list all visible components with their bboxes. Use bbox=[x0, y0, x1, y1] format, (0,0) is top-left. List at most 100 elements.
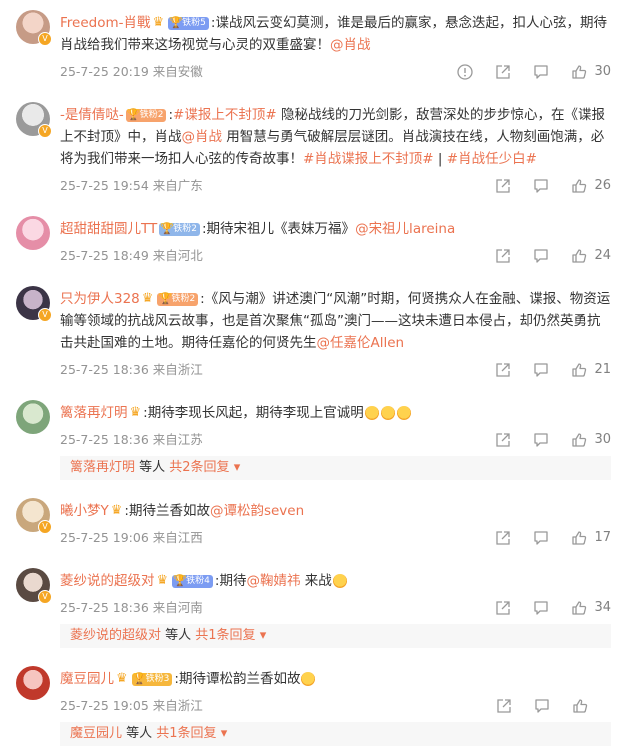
share-icon[interactable] bbox=[494, 177, 512, 195]
action-bar: 24 bbox=[474, 244, 611, 268]
comment-icon[interactable] bbox=[532, 177, 550, 195]
avatar[interactable] bbox=[16, 400, 50, 434]
reply-summary[interactable]: 魔豆园儿 等人 共1条回复 ▾ bbox=[60, 722, 611, 746]
reply-count-link[interactable]: 共2条回复 bbox=[169, 460, 229, 475]
avatar[interactable]: V bbox=[16, 286, 52, 322]
emoji-icon bbox=[364, 406, 379, 420]
comment-meta: 25-7-25 19:06 来自江西 17 bbox=[60, 526, 611, 550]
topic-link[interactable]: #肖战任少白# bbox=[447, 151, 537, 167]
share-icon[interactable] bbox=[495, 697, 513, 715]
reply-user[interactable]: 魔豆园儿 bbox=[70, 726, 122, 741]
fan-badge-icon: 🏆 铁粉2 bbox=[125, 108, 167, 122]
comment-item: 篱落再灯明 ♛:期待李现长风起，期待李现上官诚明 25-7-25 18:36 来自… bbox=[0, 390, 625, 480]
mention-link[interactable]: @鞠婧祎 bbox=[246, 573, 300, 589]
avatar[interactable] bbox=[16, 666, 50, 700]
commenter-name[interactable]: 曦小梦Y bbox=[60, 503, 109, 519]
share-icon[interactable] bbox=[494, 247, 512, 265]
mention-link[interactable]: @肖战 bbox=[182, 129, 223, 145]
comment-icon[interactable] bbox=[532, 247, 550, 265]
chevron-down-icon[interactable]: ▾ bbox=[217, 726, 228, 741]
avatar[interactable] bbox=[16, 216, 50, 250]
avatar[interactable]: V bbox=[16, 10, 52, 46]
crown-icon: ♛ bbox=[152, 15, 165, 30]
topic-link[interactable]: #肖战谍报上不封顶# bbox=[303, 151, 434, 167]
comment-item: V Freedom-肖戰 ♛ 🏆 铁粉5:谍战风云变幻莫测，谁是最后的赢家，悬念迭起，… bbox=[0, 0, 625, 84]
comment-text: 篱落再灯明 ♛:期待李现长风起，期待李现上官诚明 bbox=[60, 402, 611, 424]
crown-icon: ♛ bbox=[110, 503, 123, 518]
fan-badge-icon: 🏆 铁粉2 bbox=[157, 292, 199, 306]
comment-text: Freedom-肖戰 ♛ 🏆 铁粉5:谍战风云变幻莫测，谁是最后的赢家，悬念迭起，扣人… bbox=[60, 12, 611, 56]
share-icon[interactable] bbox=[494, 529, 512, 547]
comment-item: 超甜甜甜圆儿TT 🏆 铁粉2:期待宋祖儿《表妹万福》@宋祖儿lareina 25-7… bbox=[0, 206, 625, 268]
comment-icon[interactable] bbox=[532, 431, 550, 449]
crown-icon: ♛ bbox=[129, 405, 142, 420]
verified-icon: V bbox=[38, 520, 52, 534]
fan-badge-icon: 🏆 铁粉2 bbox=[159, 222, 200, 236]
commenter-name[interactable]: 篱落再灯明 bbox=[60, 405, 128, 421]
topic-link[interactable]: #谍报上不封顶# bbox=[173, 107, 277, 123]
share-icon[interactable] bbox=[494, 599, 512, 617]
comment-item: V 只为伊人328 ♛ 🏆 铁粉2:《风与潮》讲述澳门“风潮”时期，何贤携众人在金融、… bbox=[0, 276, 625, 382]
like-icon[interactable] bbox=[570, 177, 588, 195]
like-icon[interactable] bbox=[570, 247, 588, 265]
action-bar: 30 bbox=[436, 60, 611, 84]
action-bar: 26 bbox=[474, 174, 611, 198]
emoji-icon bbox=[301, 672, 316, 686]
crown-icon: ♛ bbox=[156, 573, 169, 588]
comment-icon[interactable] bbox=[533, 697, 551, 715]
comment-meta: 25-7-25 18:49 来自河北 24 bbox=[60, 244, 611, 268]
comment-text: -是倩倩哒- 🏆 铁粉2:#谍报上不封顶# 隐秘战线的刀光剑影，敌营深处的步步惊心，… bbox=[60, 107, 605, 167]
timestamp-location: 25-7-25 19:54 来自广东 bbox=[60, 178, 203, 193]
reply-summary[interactable]: 篱落再灯明 等人 共2条回复 ▾ bbox=[60, 456, 611, 480]
warning-icon[interactable] bbox=[456, 63, 474, 81]
comment-text: 菱纱说的超级对 ♛ 🏆 铁粉4:期待@鞠婧祎 来战 bbox=[60, 570, 611, 592]
timestamp-location: 25-7-25 18:49 来自河北 bbox=[60, 248, 203, 263]
avatar[interactable]: V bbox=[16, 498, 52, 534]
commenter-name[interactable]: 魔豆园儿 bbox=[60, 671, 114, 687]
timestamp-location: 25-7-25 19:05 来自浙江 bbox=[60, 698, 203, 713]
comment-item: V -是倩倩哒- 🏆 铁粉2:#谍报上不封顶# 隐秘战线的刀光剑影，敌营深处的步步惊… bbox=[0, 92, 625, 198]
avatar[interactable]: V bbox=[16, 102, 52, 138]
like-icon[interactable] bbox=[570, 431, 588, 449]
like-icon[interactable] bbox=[570, 599, 588, 617]
comment-icon[interactable] bbox=[532, 361, 550, 379]
commenter-name[interactable]: 菱纱说的超级对 bbox=[60, 573, 155, 589]
reply-user[interactable]: 篱落再灯明 bbox=[70, 460, 135, 475]
like-icon[interactable] bbox=[570, 361, 588, 379]
comment-icon[interactable] bbox=[532, 529, 550, 547]
mention-link[interactable]: @任嘉伦Allen bbox=[317, 335, 405, 351]
share-icon[interactable] bbox=[494, 431, 512, 449]
like-count: 24 bbox=[594, 248, 611, 263]
like-icon[interactable] bbox=[571, 697, 589, 715]
chevron-down-icon[interactable]: ▾ bbox=[230, 460, 241, 475]
comment-icon[interactable] bbox=[532, 599, 550, 617]
like-count: 34 bbox=[594, 600, 611, 615]
share-icon[interactable] bbox=[494, 361, 512, 379]
reply-user[interactable]: 菱纱说的超级对 bbox=[70, 628, 161, 643]
like-icon[interactable] bbox=[570, 63, 588, 81]
commenter-name[interactable]: 超甜甜甜圆儿TT bbox=[60, 221, 157, 237]
mention-link[interactable]: @宋祖儿lareina bbox=[355, 221, 455, 237]
comment-meta: 25-7-25 19:54 来自广东 26 bbox=[60, 174, 611, 198]
comment-icon[interactable] bbox=[532, 63, 550, 81]
comment-meta: 25-7-25 18:36 来自河南 34 bbox=[60, 596, 611, 620]
timestamp-location: 25-7-25 18:36 来自江苏 bbox=[60, 432, 203, 447]
like-icon[interactable] bbox=[570, 529, 588, 547]
avatar[interactable]: V bbox=[16, 568, 52, 604]
comment-meta: 25-7-25 19:05 来自浙江 bbox=[60, 694, 611, 718]
reply-count-link[interactable]: 共1条回复 bbox=[195, 628, 255, 643]
fan-badge-icon: 🏆 铁粉5 bbox=[168, 16, 209, 30]
action-bar: 17 bbox=[474, 526, 611, 550]
mention-link[interactable]: @肖战 bbox=[330, 37, 371, 53]
timestamp-location: 25-7-25 18:36 来自浙江 bbox=[60, 362, 203, 377]
mention-link[interactable]: @谭松韵seven bbox=[210, 503, 304, 519]
chevron-down-icon[interactable]: ▾ bbox=[256, 628, 267, 643]
commenter-name[interactable]: Freedom-肖戰 bbox=[60, 15, 151, 31]
emoji-icon bbox=[380, 406, 395, 420]
commenter-name[interactable]: 只为伊人328 bbox=[60, 291, 140, 307]
reply-count-link[interactable]: 共1条回复 bbox=[156, 726, 216, 741]
like-count: 26 bbox=[594, 178, 611, 193]
commenter-name[interactable]: -是倩倩哒- bbox=[60, 107, 124, 123]
share-icon[interactable] bbox=[494, 63, 512, 81]
reply-summary[interactable]: 菱纱说的超级对 等人 共1条回复 ▾ bbox=[60, 624, 611, 648]
